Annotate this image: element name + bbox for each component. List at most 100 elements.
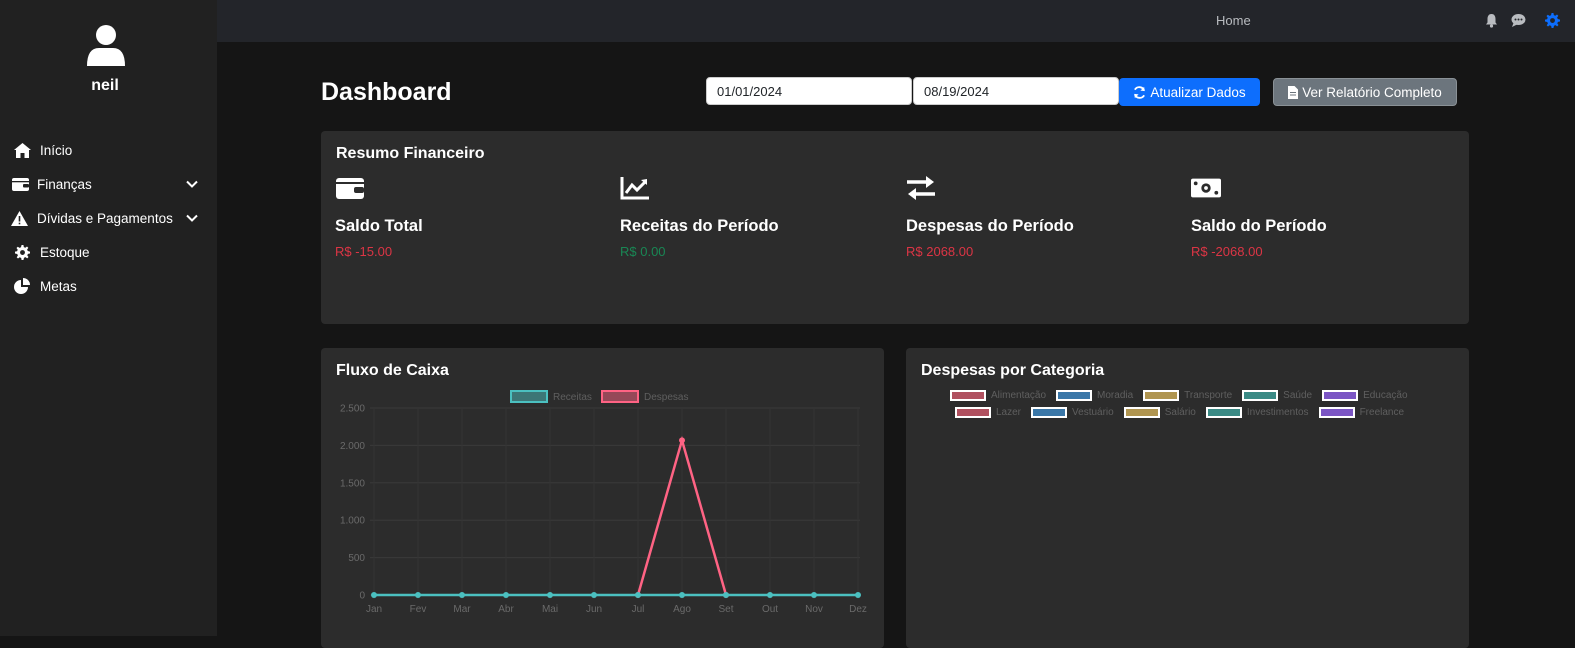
x-tick-label: Ago xyxy=(673,604,691,615)
data-point xyxy=(415,592,421,598)
legend-label: Educação xyxy=(1363,390,1408,401)
data-point xyxy=(855,592,861,598)
legend-item[interactable]: Educação xyxy=(1322,390,1408,401)
data-point xyxy=(591,592,597,598)
legend-item[interactable]: Moradia xyxy=(1056,390,1133,401)
sidebar-item-label: Estoque xyxy=(40,244,90,260)
bell-icon[interactable] xyxy=(1484,13,1499,28)
sidebar-item-metas[interactable]: Metas xyxy=(0,272,217,300)
legend-swatch xyxy=(1242,390,1279,401)
refresh-data-button[interactable]: Atualizar Dados xyxy=(1119,78,1260,106)
x-tick-label: Nov xyxy=(805,604,823,615)
data-point xyxy=(811,592,817,598)
legend-swatch xyxy=(1318,407,1355,418)
sidebar: neil Início Finanças Dívidas e Pagamento… xyxy=(0,0,217,636)
sidebar-item-label: Início xyxy=(40,142,73,158)
data-point xyxy=(503,592,509,598)
sidebar-item-label: Finanças xyxy=(37,176,92,192)
money-bill-icon xyxy=(1191,178,1221,198)
report-button-label: Ver Relatório Completo xyxy=(1302,84,1442,100)
y-tick-label: 1.500 xyxy=(340,478,365,489)
legend-item[interactable]: Vestuário xyxy=(1031,407,1114,418)
legend-item[interactable]: Freelance xyxy=(1318,407,1404,418)
chevron-down-icon[interactable] xyxy=(185,177,199,191)
category-legend-row-2: Lazer Vestuário Salário Investimentos Freela… xyxy=(955,407,1414,418)
wallet-icon xyxy=(11,175,29,193)
legend-label: Salário xyxy=(1164,407,1196,418)
stat-value: R$ -2068.00 xyxy=(1191,244,1263,259)
full-report-button[interactable]: Ver Relatório Completo xyxy=(1273,78,1457,106)
stat-label: Saldo do Período xyxy=(1191,217,1327,235)
exchange-icon xyxy=(907,176,935,200)
legend-label: Receitas xyxy=(553,392,592,403)
legend-item[interactable]: Saúde xyxy=(1242,390,1312,401)
home-icon xyxy=(13,141,31,159)
refresh-button-label: Atualizar Dados xyxy=(1150,84,1246,100)
legend-item[interactable]: Lazer xyxy=(955,407,1021,418)
user-avatar-icon[interactable] xyxy=(86,24,126,66)
legend-label: Despesas xyxy=(644,392,688,403)
legend-swatch xyxy=(510,390,548,403)
x-tick-label: Jul xyxy=(632,604,645,615)
page-title: Dashboard xyxy=(321,78,452,106)
legend-item[interactable]: Salário xyxy=(1123,407,1196,418)
legend-item[interactable]: Transporte xyxy=(1143,390,1232,401)
cash-flow-card: Fluxo de Caixa 0 500 1.000 1.500 2.000 2.500 J… xyxy=(321,348,884,648)
sidebar-item-label: Dívidas e Pagamentos xyxy=(37,210,173,226)
legend-label: Moradia xyxy=(1097,390,1134,401)
x-tick-label: Jan xyxy=(366,604,382,615)
data-point xyxy=(679,592,685,598)
x-tick-label: Fev xyxy=(410,604,427,615)
pie-chart-icon xyxy=(13,277,31,295)
expenses-by-category-card: Despesas por Categoria Alimentação Moradi… xyxy=(906,348,1469,648)
card-title: Despesas por Categoria xyxy=(921,362,1105,379)
stat-value: R$ 0.00 xyxy=(620,244,666,259)
refresh-icon xyxy=(1134,85,1146,99)
chart-line-icon xyxy=(620,177,649,200)
stat-label: Saldo Total xyxy=(335,217,423,235)
x-tick-label: Mai xyxy=(542,604,558,615)
sidebar-item-dividas[interactable]: Dívidas e Pagamentos xyxy=(0,204,217,232)
legend-swatch xyxy=(1322,390,1359,401)
settings-gear-icon[interactable] xyxy=(1545,13,1560,28)
legend-item[interactable]: Investimentos xyxy=(1205,407,1309,418)
legend-label: Saúde xyxy=(1283,390,1313,401)
x-tick-label: Abr xyxy=(498,604,514,615)
stat-value: R$ 2068.00 xyxy=(906,244,974,259)
x-tick-label: Set xyxy=(718,604,733,615)
sidebar-item-inicio[interactable]: Início xyxy=(0,136,217,164)
legend-swatch xyxy=(1031,407,1068,418)
chevron-down-icon[interactable] xyxy=(185,211,199,225)
legend-label: Vestuário xyxy=(1072,407,1114,418)
stat-label: Despesas do Período xyxy=(906,217,1074,235)
y-tick-label: 0 xyxy=(359,591,365,602)
sidebar-item-estoque[interactable]: Estoque xyxy=(0,238,217,266)
chat-icon[interactable] xyxy=(1511,13,1526,28)
warning-icon xyxy=(10,209,28,227)
end-date-input[interactable] xyxy=(913,77,1119,105)
y-tick-label: 2.500 xyxy=(340,404,365,415)
category-legend-row-1: Alimentação Moradia Transporte Saúde Educaçã… xyxy=(950,390,1418,401)
legend-label: Transporte xyxy=(1184,390,1233,401)
file-icon xyxy=(1288,85,1299,99)
legend-swatch xyxy=(1056,390,1093,401)
stat-label: Receitas do Período xyxy=(620,217,779,235)
legend-label: Investimentos xyxy=(1246,407,1309,418)
username: neil xyxy=(91,77,119,94)
home-link[interactable]: Home xyxy=(1216,13,1251,28)
sidebar-item-label: Metas xyxy=(40,278,77,294)
legend-swatch xyxy=(1143,390,1180,401)
cash-flow-chart: 0 500 1.000 1.500 2.000 2.500 Jan Fev Mar Abr Mai J… xyxy=(340,390,867,615)
data-point xyxy=(679,437,685,444)
legend-label: Lazer xyxy=(996,407,1022,418)
financial-summary-card: Resumo Financeiro Saldo Total R$ -15.00 … xyxy=(321,131,1469,324)
gear-icon xyxy=(13,243,31,261)
legend-item[interactable]: Alimentação xyxy=(950,390,1046,401)
card-title: Resumo Financeiro xyxy=(336,145,485,162)
x-tick-label: Jun xyxy=(586,604,602,615)
legend-label: Alimentação xyxy=(991,390,1047,401)
data-point xyxy=(635,592,641,598)
y-tick-label: 500 xyxy=(348,553,365,564)
start-date-input[interactable] xyxy=(706,77,912,105)
sidebar-item-financas[interactable]: Finanças xyxy=(0,170,217,198)
